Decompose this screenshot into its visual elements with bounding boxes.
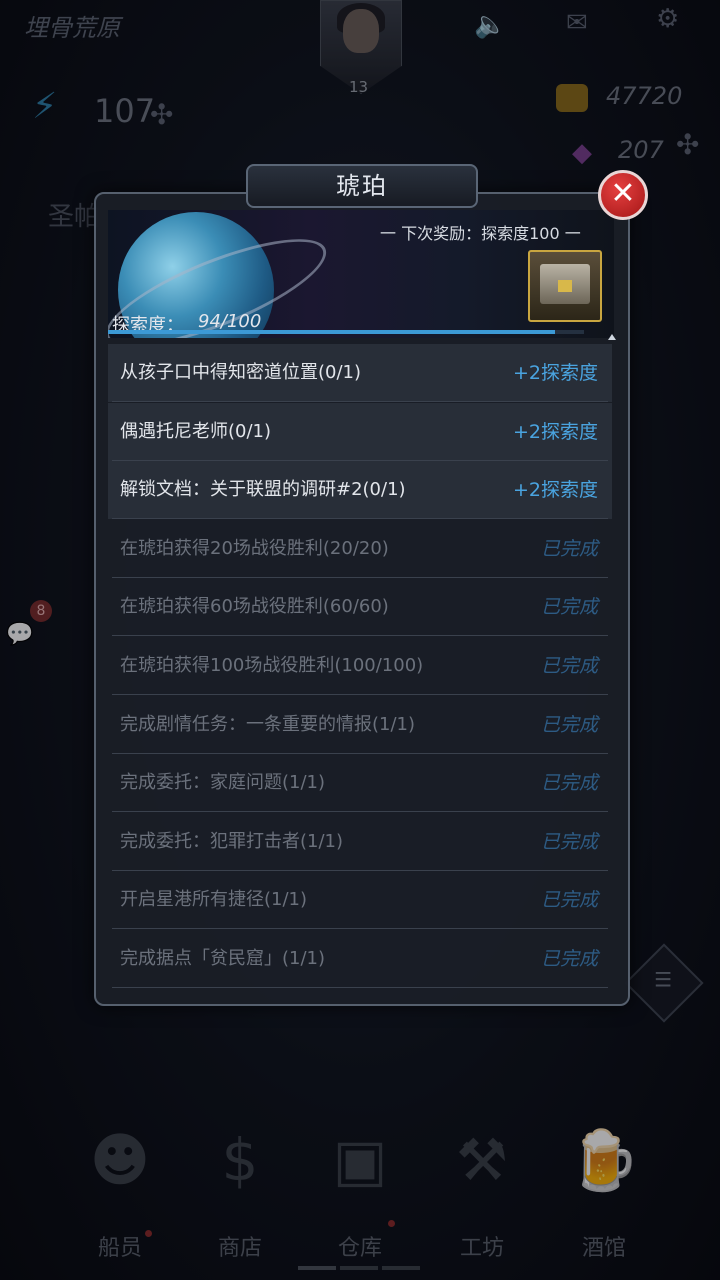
task-completed-label: 已完成 — [540, 772, 598, 795]
task-list[interactable]: 从孩子口中得知密道位置(0/1) +2探索度 偶遇托尼老师(0/1) +2探索度 解锁文… — [108, 344, 612, 989]
task-text: 在琥珀获得20场战役胜利(20/20) — [120, 537, 389, 559]
task-text: 完成据点「贫民窟」(1/1) — [120, 948, 326, 969]
task-completed-label: 已完成 — [540, 948, 598, 970]
progress-marker-icon — [608, 334, 616, 340]
task-row[interactable]: 完成据点「贫民窟」(1/1) 已完成 — [108, 930, 612, 988]
task-text: 完成剧情任务：一条重要的情报(1/1) — [120, 713, 416, 735]
task-completed-label: 已完成 — [540, 830, 598, 853]
task-row[interactable]: 在琥珀获得20场战役胜利(20/20) 已完成 — [108, 520, 612, 578]
close-button[interactable]: ✕ — [598, 170, 648, 220]
task-text: 完成委托：犯罪打击者(1/1) — [120, 830, 344, 852]
task-text: 在琥珀获得60场战役胜利(60/60) — [120, 596, 389, 618]
task-text: 在琥珀获得100场战役胜利(100/100) — [120, 655, 424, 676]
row-divider — [112, 987, 608, 988]
task-text: 偶遇托尼老师(0/1) — [120, 420, 272, 442]
task-row[interactable]: 完成委托：犯罪打击者(1/1) 已完成 — [108, 813, 612, 871]
next-reward-label: 一 下次奖励：探索度100 一 — [380, 224, 581, 243]
task-row[interactable]: 在琥珀获得100场战役胜利(100/100) 已完成 — [108, 637, 612, 695]
explore-progress-bar — [108, 330, 584, 334]
task-completed-label: 已完成 — [540, 655, 598, 677]
task-row[interactable]: 解锁文档：关于联盟的调研#2(0/1) +2探索度 — [108, 461, 612, 520]
chest-lock — [558, 280, 572, 292]
task-text: 开启星港所有捷径(1/1) — [120, 889, 308, 911]
task-text: 解锁文档：关于联盟的调研#2(0/1) — [120, 479, 406, 501]
task-text: 从孩子口中得知密道位置(0/1) — [120, 362, 362, 383]
task-reward: +2探索度 — [512, 420, 598, 443]
task-row[interactable]: 从孩子口中得知密道位置(0/1) +2探索度 — [108, 344, 612, 402]
task-row[interactable]: 完成委托：家庭问题(1/1) 已完成 — [108, 754, 612, 813]
task-completed-label: 已完成 — [540, 889, 598, 912]
task-completed-label: 已完成 — [540, 596, 598, 619]
task-row[interactable]: 完成剧情任务：一条重要的情报(1/1) 已完成 — [108, 696, 612, 754]
task-text: 完成委托：家庭问题(1/1) — [120, 772, 326, 794]
task-completed-label: 已完成 — [540, 713, 598, 736]
task-completed-label: 已完成 — [540, 537, 598, 560]
task-row[interactable]: 在琥珀获得60场战役胜利(60/60) 已完成 — [108, 578, 612, 637]
reward-chest-icon[interactable] — [528, 250, 602, 322]
task-row[interactable]: 偶遇托尼老师(0/1) +2探索度 — [108, 402, 612, 461]
explore-value: 94/100 — [198, 311, 262, 332]
task-reward: +2探索度 — [512, 479, 598, 502]
task-reward: +2探索度 — [512, 362, 598, 384]
dialog-title: 琥珀 — [246, 164, 478, 208]
close-icon: ✕ — [610, 176, 636, 211]
task-row[interactable]: 开启星港所有捷径(1/1) 已完成 — [108, 871, 612, 930]
explore-progress-fill — [108, 330, 556, 334]
